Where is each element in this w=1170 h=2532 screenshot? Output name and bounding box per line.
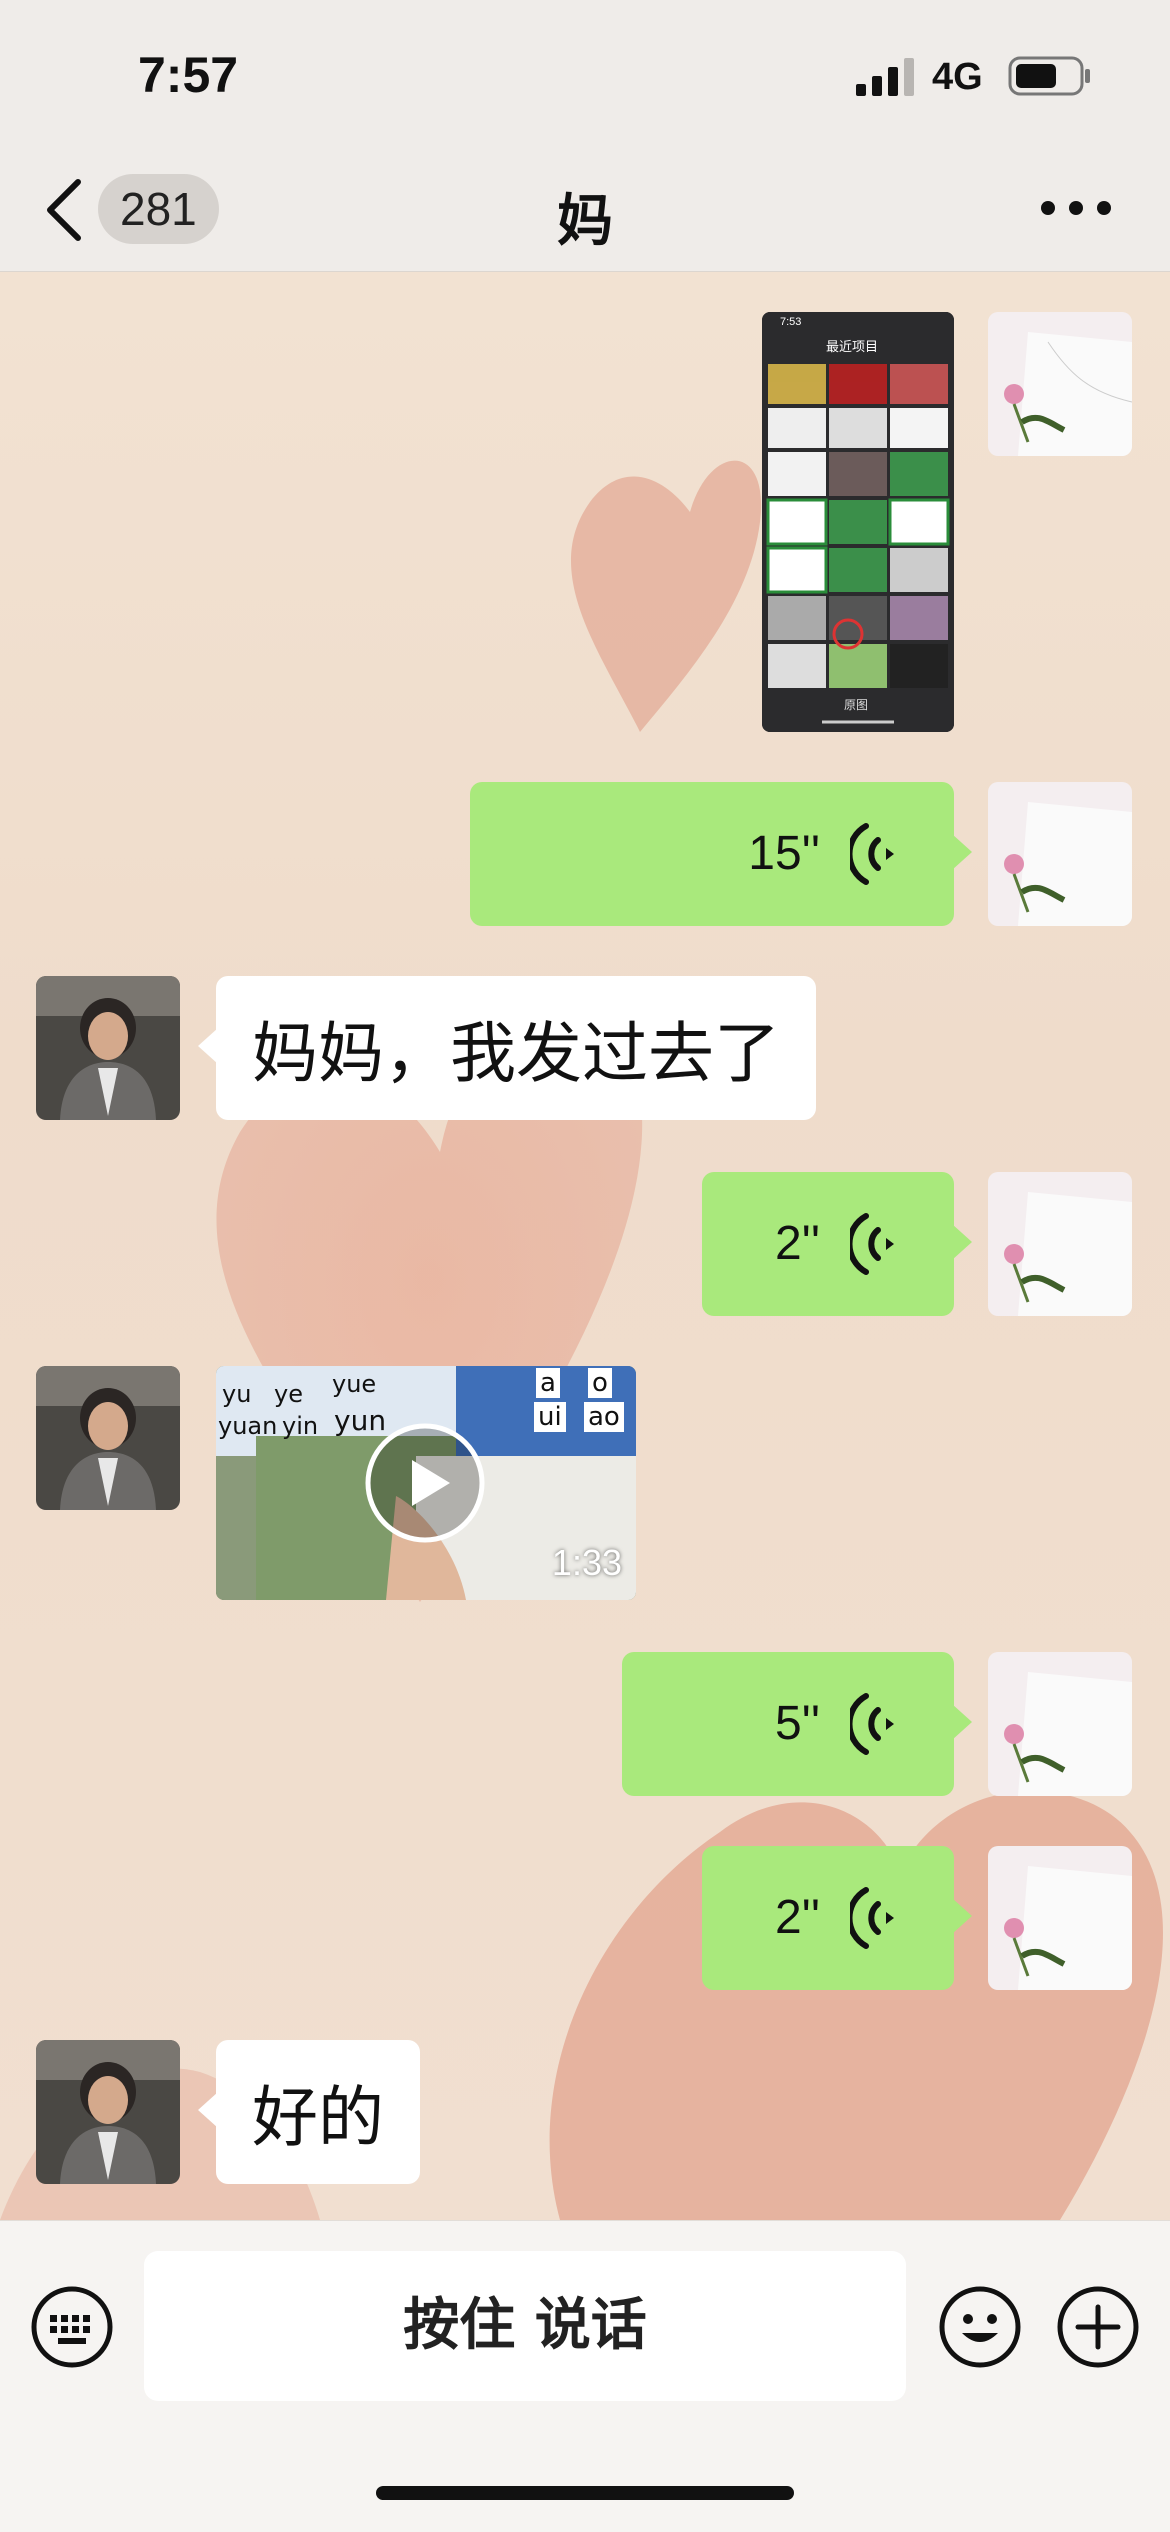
voice-icon	[850, 823, 894, 885]
message-text: 好的	[252, 2079, 384, 2156]
voice-bubble[interactable]: 2''	[702, 1172, 972, 1316]
image-inner-title: 最近项目	[826, 340, 879, 355]
voice-duration: 2''	[774, 1891, 820, 1944]
image-inner-time: 7:53	[780, 316, 802, 328]
voice-duration: 15''	[748, 827, 820, 880]
battery-icon	[1008, 56, 1090, 96]
image-inner-footer: 原图	[844, 698, 869, 712]
image-thumbnail[interactable]: 7:53 最近项目 原图	[762, 312, 954, 732]
avatar-me[interactable]	[988, 1652, 1132, 1796]
pinyin-label: yin	[282, 1412, 319, 1440]
chat-messages[interactable]: 7:53 最近项目 原图 15'' 妈妈，我发过去了 2'' yu ye yue…	[0, 272, 1170, 2220]
more-icon[interactable]	[1038, 196, 1114, 220]
avatar-me[interactable]	[988, 312, 1132, 456]
emoji-icon[interactable]	[938, 2285, 1022, 2369]
keyboard-icon[interactable]	[30, 2285, 114, 2369]
pinyin-label: yue	[332, 1370, 377, 1398]
text-bubble[interactable]: 好的	[198, 2040, 420, 2184]
voice-icon	[850, 1887, 894, 1949]
avatar-me[interactable]	[988, 1846, 1132, 1990]
message-text: 妈妈，我发过去了	[252, 1015, 780, 1092]
voice-icon	[850, 1213, 894, 1275]
voice-bubble[interactable]: 5''	[622, 1652, 972, 1796]
avatar-contact[interactable]	[36, 2040, 180, 2184]
pinyin-label: a	[536, 1368, 560, 1398]
chat-title: 妈	[557, 189, 613, 254]
voice-duration: 5''	[774, 1697, 820, 1750]
text-bubble[interactable]: 妈妈，我发过去了	[198, 976, 816, 1120]
status-time: 7:57	[138, 47, 239, 103]
chat-header: 281 妈	[0, 150, 1170, 272]
status-bar: 7:57 4G	[0, 0, 1170, 150]
pinyin-label: ao	[584, 1402, 624, 1432]
pinyin-label: yuan	[218, 1412, 278, 1440]
voice-duration: 2''	[774, 1217, 820, 1270]
signal-icon	[856, 58, 914, 96]
video-thumbnail[interactable]: yu ye yue yuan yin yun a o ui ao 1:33	[216, 1366, 636, 1600]
voice-bubble[interactable]: 15''	[470, 782, 972, 926]
voice-bubble[interactable]: 2''	[702, 1846, 972, 1990]
home-indicator[interactable]	[376, 2486, 794, 2500]
hold-to-talk-button[interactable]: 按住 说话	[144, 2251, 906, 2401]
avatar-contact[interactable]	[36, 976, 180, 1120]
pinyin-label: ye	[274, 1380, 303, 1408]
network-type: 4G	[932, 56, 983, 98]
avatar-me[interactable]	[988, 1172, 1132, 1316]
pinyin-label: yu	[222, 1380, 252, 1408]
voice-icon	[850, 1693, 894, 1755]
play-icon[interactable]	[364, 1422, 486, 1544]
pinyin-label: o	[588, 1368, 612, 1398]
avatar-me[interactable]	[988, 782, 1132, 926]
video-duration: 1:33	[551, 1542, 622, 1583]
plus-icon[interactable]	[1056, 2285, 1140, 2369]
pinyin-label: ui	[534, 1402, 566, 1432]
avatar-contact[interactable]	[36, 1366, 180, 1510]
